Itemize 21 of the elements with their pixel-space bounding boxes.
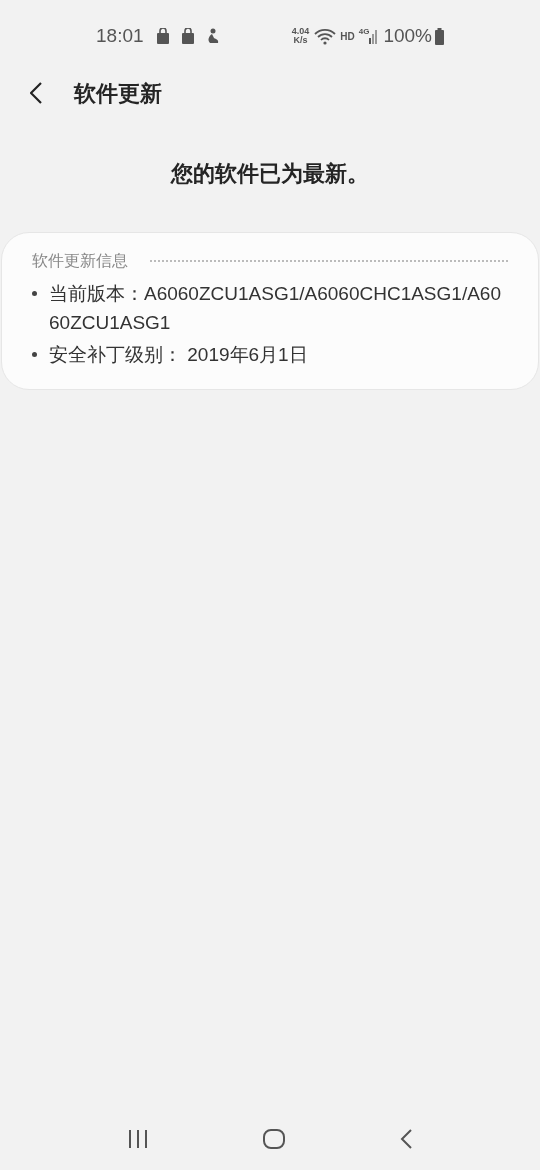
info-item: 安全补丁级别： 2019年6月1日	[49, 343, 309, 367]
bullet-icon	[32, 291, 37, 296]
speed-unit: K/s	[293, 36, 308, 45]
status-time: 18:01	[96, 23, 144, 48]
home-icon[interactable]	[263, 1129, 285, 1149]
back-icon[interactable]	[400, 1129, 413, 1149]
page-title: 软件更新	[74, 79, 162, 108]
bullet-icon	[32, 352, 37, 357]
wifi-icon	[314, 27, 337, 45]
shopping-bag-icon	[155, 28, 170, 44]
shopping-bag-icon	[180, 28, 195, 44]
network-type: 4G	[358, 26, 370, 38]
hd-label: HD	[340, 29, 355, 44]
info-item: 当前版本：A6060ZCU1ASG1/A6060CHC1ASG1/A6060ZCU1ASG1	[49, 282, 502, 335]
network-speed: 4.04	[291, 27, 310, 36]
signal-icon	[369, 28, 380, 44]
card-title: 软件更新信息	[32, 251, 128, 271]
battery-percent: 100%	[383, 23, 432, 48]
status-message: 您的软件已为最新。	[171, 160, 369, 188]
battery-icon	[435, 27, 444, 45]
recent-apps-icon[interactable]	[127, 1130, 148, 1148]
